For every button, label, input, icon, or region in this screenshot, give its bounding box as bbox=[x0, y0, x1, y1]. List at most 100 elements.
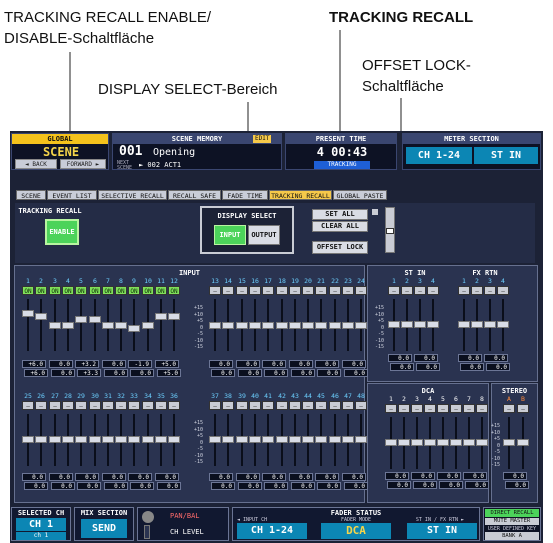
tracking-switch-in14[interactable]: — bbox=[222, 286, 234, 295]
fader-knob[interactable] bbox=[128, 325, 140, 332]
fader-knob[interactable] bbox=[388, 321, 400, 328]
fader-knob[interactable] bbox=[484, 321, 496, 328]
tracking-switch-dca3[interactable]: — bbox=[411, 404, 423, 413]
fader-in47[interactable] bbox=[342, 414, 354, 466]
fader-in40[interactable] bbox=[249, 414, 261, 466]
fader-in31[interactable] bbox=[102, 414, 114, 466]
fader-knob[interactable] bbox=[102, 436, 114, 443]
back-button[interactable]: ◄ BACK bbox=[15, 159, 57, 169]
tracking-switch-in28[interactable]: — bbox=[62, 401, 74, 410]
tab-event-list[interactable]: EVENT LIST bbox=[47, 190, 97, 200]
tracking-switch-in17[interactable]: — bbox=[262, 286, 274, 295]
fader-in43[interactable] bbox=[289, 414, 301, 466]
fader-knob[interactable] bbox=[276, 322, 288, 329]
tracking-switch-in34[interactable]: — bbox=[142, 401, 154, 410]
fader-knob[interactable] bbox=[355, 436, 367, 443]
fader-knob[interactable] bbox=[115, 436, 127, 443]
tracking-switch-dca1[interactable]: — bbox=[385, 404, 397, 413]
tab-recall-safe[interactable]: RECALL SAFE bbox=[168, 190, 221, 200]
fader-dca5[interactable] bbox=[437, 417, 449, 469]
tracking-switch-in21[interactable]: — bbox=[315, 286, 327, 295]
fader-dca1[interactable] bbox=[385, 417, 397, 469]
fader-knob[interactable] bbox=[49, 436, 61, 443]
display-output-button[interactable]: OUTPUT bbox=[248, 225, 280, 245]
fader-in19[interactable] bbox=[289, 299, 301, 351]
tracking-switch-fx1[interactable]: — bbox=[458, 286, 470, 295]
tracking-switch-in39[interactable]: — bbox=[236, 401, 248, 410]
fader-knob[interactable] bbox=[262, 322, 274, 329]
fader-knob[interactable] bbox=[75, 436, 87, 443]
fader-knob[interactable] bbox=[22, 436, 34, 443]
fader-knob[interactable] bbox=[236, 322, 248, 329]
fader-knob[interactable] bbox=[315, 436, 327, 443]
tab-selective-recall[interactable]: SELECTIVE RECALL bbox=[98, 190, 167, 200]
tracking-switch-in33[interactable]: — bbox=[128, 401, 140, 410]
selected-ch-box[interactable]: SELECTED CH CH 1 ch 1 bbox=[11, 507, 71, 541]
tracking-switch-in36[interactable]: — bbox=[168, 401, 180, 410]
fader-in48[interactable] bbox=[355, 414, 367, 466]
tracking-switch-in11[interactable]: ON bbox=[155, 286, 167, 295]
tracking-switch-in37[interactable]: — bbox=[209, 401, 221, 410]
meter-st-button[interactable]: ST IN bbox=[474, 147, 538, 164]
fader-knob[interactable] bbox=[155, 313, 167, 320]
fader-dca3[interactable] bbox=[411, 417, 423, 469]
fader-knob[interactable] bbox=[22, 310, 34, 317]
fader-knob[interactable] bbox=[503, 439, 515, 446]
user-defined-box[interactable]: DIRECT RECALL MUTE MASTER USER DEFINED K… bbox=[483, 507, 541, 541]
fader-knob[interactable] bbox=[414, 321, 426, 328]
tracking-switch-dca8[interactable]: — bbox=[476, 404, 488, 413]
fader-in24[interactable] bbox=[355, 299, 367, 351]
fader-fx3[interactable] bbox=[484, 299, 496, 351]
fader-fx2[interactable] bbox=[471, 299, 483, 351]
fader-knob[interactable] bbox=[115, 322, 127, 329]
fader-knob[interactable] bbox=[471, 321, 483, 328]
fader-in11[interactable] bbox=[155, 299, 167, 351]
global-scene-box[interactable]: GLOBAL SCENE ◄ BACK FORWARD ► bbox=[11, 133, 109, 170]
tracking-switch-in4[interactable]: ON bbox=[62, 286, 74, 295]
fader-ch-button[interactable]: CH 1-24 bbox=[237, 523, 307, 539]
set-all-button[interactable]: SET ALL bbox=[312, 209, 368, 220]
tracking-switch-in46[interactable]: — bbox=[329, 401, 341, 410]
fader-knob[interactable] bbox=[35, 313, 47, 320]
fader-knob[interactable] bbox=[302, 322, 314, 329]
fader-in1[interactable] bbox=[22, 299, 34, 351]
mix-section-box[interactable]: MIX SECTION SEND bbox=[74, 507, 134, 541]
tracking-switch-in26[interactable]: — bbox=[35, 401, 47, 410]
tracking-switch-in5[interactable]: ON bbox=[75, 286, 87, 295]
tab-global-paste[interactable]: GLOBAL PASTE bbox=[333, 190, 387, 200]
tracking-switch-in3[interactable]: ON bbox=[49, 286, 61, 295]
fader-in30[interactable] bbox=[89, 414, 101, 466]
offset-lock-button[interactable]: OFFSET LOCK bbox=[312, 241, 368, 254]
fader-knob[interactable] bbox=[302, 436, 314, 443]
fader-knob[interactable] bbox=[342, 322, 354, 329]
fader-in10[interactable] bbox=[142, 299, 154, 351]
fader-in16[interactable] bbox=[249, 299, 261, 351]
fader-knob[interactable] bbox=[89, 316, 101, 323]
fader-knob[interactable] bbox=[209, 322, 221, 329]
fader-knob[interactable] bbox=[476, 439, 488, 446]
fader-knob[interactable] bbox=[458, 321, 470, 328]
fader-knob[interactable] bbox=[385, 439, 397, 446]
fader-dca7[interactable] bbox=[463, 417, 475, 469]
fader-in35[interactable] bbox=[155, 414, 167, 466]
fader-knob[interactable] bbox=[128, 436, 140, 443]
tracking-switch-in15[interactable]: — bbox=[236, 286, 248, 295]
tracking-switch-in29[interactable]: — bbox=[75, 401, 87, 410]
fader-knob[interactable] bbox=[463, 439, 475, 446]
fader-dca4[interactable] bbox=[424, 417, 436, 469]
fader-knob[interactable] bbox=[249, 322, 261, 329]
fader-in25[interactable] bbox=[22, 414, 34, 466]
fader-in46[interactable] bbox=[329, 414, 341, 466]
tracking-switch-in18[interactable]: — bbox=[276, 286, 288, 295]
tracking-switch-st2[interactable]: — bbox=[517, 404, 529, 413]
fader-knob[interactable] bbox=[49, 322, 61, 329]
tracking-enable-button[interactable]: ENABLE bbox=[45, 219, 79, 245]
fader-in22[interactable] bbox=[329, 299, 341, 351]
fader-in23[interactable] bbox=[342, 299, 354, 351]
tracking-mini-fader[interactable] bbox=[385, 207, 395, 253]
fader-in20[interactable] bbox=[302, 299, 314, 351]
tracking-switch-in9[interactable]: ON bbox=[128, 286, 140, 295]
tracking-switch-in22[interactable]: — bbox=[329, 286, 341, 295]
fader-knob[interactable] bbox=[168, 436, 180, 443]
fader-in8[interactable] bbox=[115, 299, 127, 351]
